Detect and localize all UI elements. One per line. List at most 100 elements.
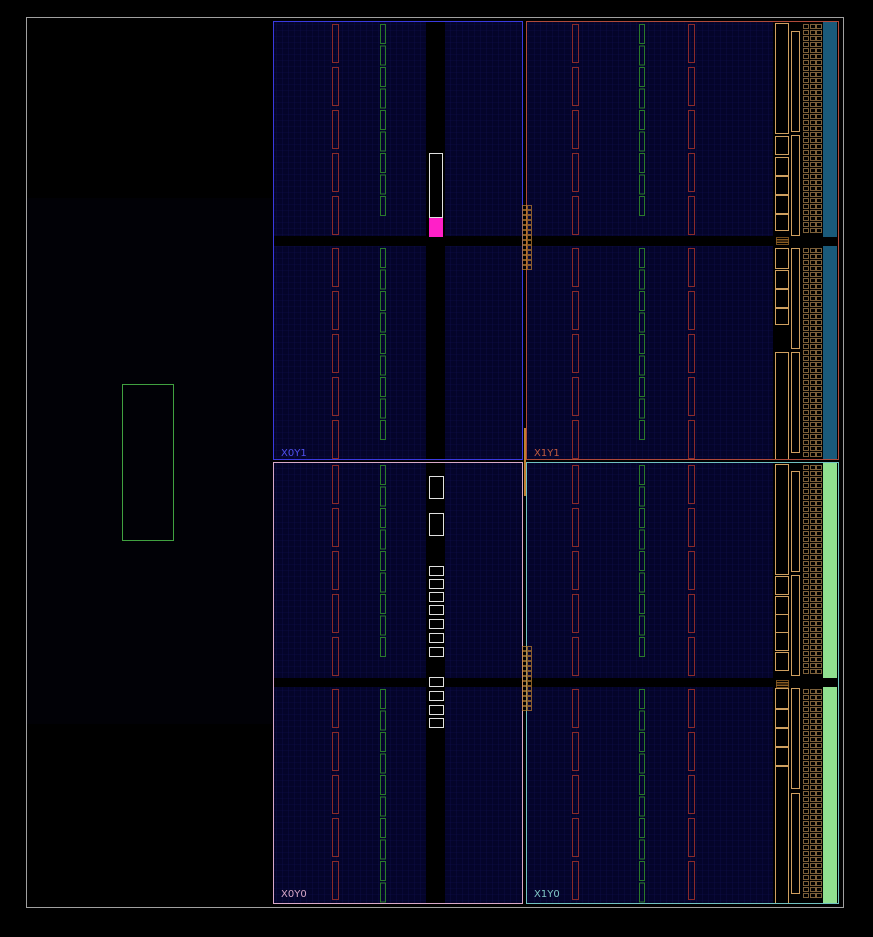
io-pin [816, 791, 822, 796]
io-pin [803, 350, 809, 355]
io-tile [775, 270, 789, 289]
io-pin [816, 30, 822, 35]
device-view[interactable]: X0Y1 X1Y1 X0Y0 X1Y0 [0, 0, 873, 937]
io-pin [810, 168, 816, 173]
io-pin [816, 422, 822, 427]
io-pin [803, 150, 809, 155]
io-pin [816, 150, 822, 155]
io-pin [816, 254, 822, 259]
io-pin [803, 168, 809, 173]
clock-buffer [522, 220, 527, 225]
io-pin [816, 519, 822, 524]
io-pin [810, 755, 816, 760]
io-tile [775, 766, 789, 904]
io-pin [810, 108, 816, 113]
io-pin [810, 120, 816, 125]
hrow-band-top [274, 236, 838, 246]
io-pin [810, 162, 816, 167]
io-pin [810, 663, 816, 668]
io-pin [803, 108, 809, 113]
io-pin [816, 162, 822, 167]
clock-buffer [522, 661, 527, 666]
io-pin [816, 719, 822, 724]
io-pin [803, 132, 809, 137]
io-pin [810, 609, 816, 614]
io-pin [810, 114, 816, 119]
region-label-x0y1: X0Y1 [281, 448, 307, 459]
io-pin [803, 338, 809, 343]
io-pin [816, 374, 822, 379]
io-pin [810, 156, 816, 161]
io-bank-upper-2[interactable] [823, 246, 837, 460]
io-pin [810, 36, 816, 41]
io-tile [775, 728, 789, 747]
io-pin [810, 767, 816, 772]
io-pin [810, 60, 816, 65]
io-pin [803, 695, 809, 700]
io-pin [810, 821, 816, 826]
io-pin [803, 398, 809, 403]
io-pin [803, 815, 809, 820]
io-pin [816, 743, 822, 748]
io-pin [816, 761, 822, 766]
io-pin [810, 78, 816, 83]
io-pin [816, 489, 822, 494]
io-tile [775, 289, 789, 308]
io-pin [816, 803, 822, 808]
io-bank-upper[interactable] [823, 22, 837, 237]
io-pin [803, 120, 809, 125]
io-pin [816, 54, 822, 59]
io-pin [803, 296, 809, 301]
io-pin [816, 785, 822, 790]
clock-buffer [522, 701, 527, 706]
io-pin [816, 332, 822, 337]
selected-cell[interactable] [429, 218, 443, 237]
io-pin [810, 362, 816, 367]
io-pin [810, 332, 816, 337]
io-tile [775, 23, 789, 134]
io-pin [810, 573, 816, 578]
io-pin [803, 174, 809, 179]
io-pin [810, 222, 816, 227]
io-pin [816, 585, 822, 590]
io-pin [803, 579, 809, 584]
io-pin [810, 519, 816, 524]
region-label-x1y1: X1Y1 [534, 448, 560, 459]
io-pin [816, 591, 822, 596]
io-pin [816, 573, 822, 578]
io-pin [816, 525, 822, 530]
io-tile [791, 688, 800, 789]
io-pin [803, 615, 809, 620]
io-pin [803, 827, 809, 832]
io-pin [816, 320, 822, 325]
io-pin [816, 845, 822, 850]
io-pin [810, 489, 816, 494]
io-pin [816, 839, 822, 844]
io-pin [803, 555, 809, 560]
io-pin [810, 471, 816, 476]
io-pin [810, 428, 816, 433]
io-pin [816, 138, 822, 143]
io-pin [810, 803, 816, 808]
io-pin [816, 627, 822, 632]
io-pin [810, 761, 816, 766]
clock-buffer [522, 265, 527, 270]
region-label-x0y0: X0Y0 [281, 889, 307, 900]
io-pin [810, 791, 816, 796]
io-pin [816, 60, 822, 65]
io-pin [816, 881, 822, 886]
io-pin [803, 537, 809, 542]
io-bank-lower[interactable] [823, 463, 837, 678]
io-pin [803, 887, 809, 892]
io-pin [803, 597, 809, 602]
io-pin [803, 513, 809, 518]
io-pin [816, 428, 822, 433]
io-bank-lower-2[interactable] [823, 687, 837, 903]
io-pin [810, 308, 816, 313]
io-pin [810, 785, 816, 790]
io-pin [810, 689, 816, 694]
io-tile [775, 248, 789, 269]
io-pin [803, 645, 809, 650]
io-pin [810, 597, 816, 602]
io-pin [816, 440, 822, 445]
